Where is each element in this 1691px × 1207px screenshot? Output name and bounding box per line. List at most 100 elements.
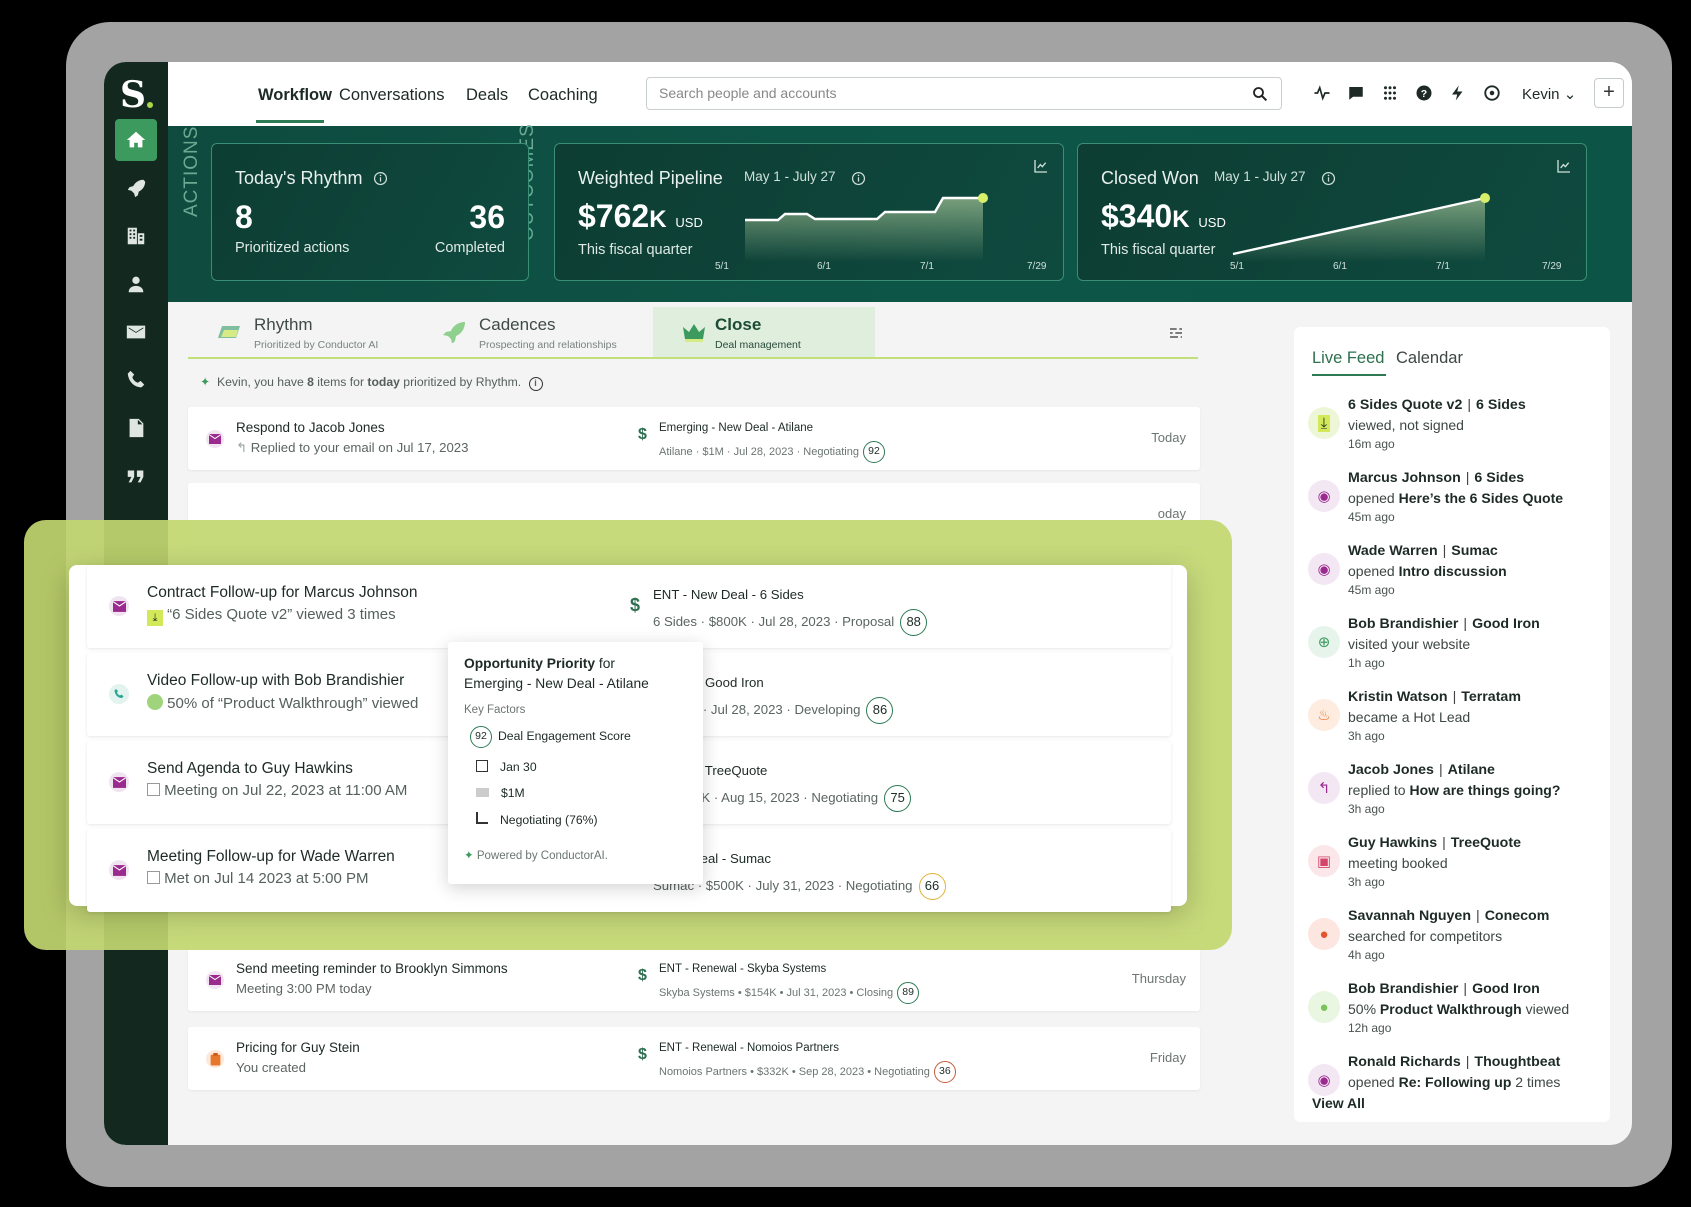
feed-item[interactable]: ◉ Wade Warren | Sumac opened Intro discussio… (1308, 543, 1603, 613)
feed-org[interactable]: Sumac (1451, 543, 1498, 559)
chart-icon[interactable] (1556, 158, 1572, 174)
feed-item[interactable]: ● Savannah Nguyen | Conecom searched for com… (1308, 908, 1603, 978)
info-icon[interactable]: i (528, 377, 543, 391)
priority-score[interactable]: 66 (918, 873, 946, 900)
apps-grid-icon[interactable] (1381, 84, 1401, 104)
tab-live-feed[interactable]: Live Feed (1312, 349, 1384, 368)
sparkle-icon: ✦ (200, 375, 211, 389)
feed-item[interactable]: ◉ Ronald Richards | Thoughtbeat opened Re: F… (1308, 1054, 1603, 1124)
search-input[interactable] (659, 85, 1219, 101)
reply-icon: ↰ (236, 440, 248, 455)
tab-cadences[interactable]: Cadences Prospecting and relationships (413, 307, 643, 357)
feed-org[interactable]: Thoughtbeat (1474, 1054, 1560, 1070)
nav-deals[interactable]: Deals (466, 86, 508, 105)
help-icon[interactable]: ? (1415, 84, 1435, 104)
user-menu[interactable]: Kevin ⌄ (1522, 85, 1576, 103)
feed-item[interactable]: ⊕ Bob Brandishier | Good Iron visited your w… (1308, 616, 1603, 686)
priority-score[interactable]: 36 (933, 1061, 956, 1083)
person-icon[interactable] (115, 263, 157, 305)
nav-coaching[interactable]: Coaching (528, 86, 598, 105)
table-row[interactable]: Send meeting reminder to Brooklyn Simmon… (188, 948, 1200, 1011)
feed-item[interactable]: ● Bob Brandishier | Good Iron 50% Product Wa… (1308, 981, 1603, 1051)
feed-item-title: Savannah Nguyen | Conecom (1348, 908, 1550, 924)
feed-org[interactable]: TreeQuote (1451, 835, 1521, 851)
feed-item-title: Bob Brandishier | Good Iron (1348, 981, 1540, 997)
feed-person[interactable]: Wade Warren (1348, 543, 1438, 559)
add-button[interactable]: + (1594, 78, 1624, 108)
feed-org[interactable]: Atilane (1448, 762, 1495, 778)
feed-item[interactable]: ↰ Jacob Jones | Atilane replied to How are t… (1308, 762, 1603, 832)
feed-person[interactable]: Bob Brandishier (1348, 981, 1458, 997)
feed-org[interactable]: Good Iron (1472, 981, 1540, 997)
search-icon[interactable] (1251, 85, 1269, 103)
feed-org[interactable]: 6 Sides (1476, 397, 1526, 413)
mail-icon (109, 860, 129, 880)
mail-icon[interactable] (115, 311, 157, 353)
priority-score[interactable]: 92 (862, 441, 885, 463)
tab-rhythm[interactable]: Rhythm Prioritized by Conductor AI (188, 307, 418, 357)
view-all-link[interactable]: View All (1312, 1095, 1365, 1111)
key-factors-label: Key Factors (464, 704, 526, 716)
feed-org[interactable]: Good Iron (1472, 616, 1540, 632)
table-row[interactable]: Contract Follow-up for Marcus Johnson ⤓ … (87, 565, 1171, 648)
popup-date: Jan 30 (500, 760, 537, 774)
deal-name[interactable]: ENT - Renewal - Nomoios Partners (659, 1042, 839, 1054)
priority-score[interactable]: 86 (866, 697, 894, 724)
eye-icon: ◉ (1308, 1064, 1340, 1096)
info-icon[interactable] (373, 171, 389, 187)
powered-by-text: Powered by ConductorAI. (476, 850, 608, 862)
feed-person[interactable]: Guy Hawkins (1348, 835, 1437, 851)
feed-item-time: 3h ago (1348, 729, 1385, 743)
settings-icon[interactable] (1483, 84, 1503, 104)
feed-person[interactable]: Kristin Watson (1348, 689, 1448, 705)
priority-score[interactable]: 89 (897, 982, 920, 1004)
priority-score[interactable]: 88 (900, 609, 928, 636)
filter-settings-icon[interactable] (1168, 325, 1184, 341)
feed-item[interactable]: ♨ Kristin Watson | Terratam became a Hot Lea… (1308, 689, 1603, 759)
row-day: Today (1151, 430, 1186, 445)
feed-person[interactable]: Bob Brandishier (1348, 616, 1458, 632)
priority-score[interactable]: 75 (884, 785, 912, 812)
chat-icon[interactable] (1347, 84, 1367, 104)
pipeline-value: $762K USD (578, 198, 703, 235)
search-box[interactable] (646, 77, 1282, 110)
tab-close[interactable]: Close Deal management (653, 307, 875, 357)
closed-date: May 1 - July 27 (1214, 169, 1306, 184)
activity-icon[interactable] (1313, 84, 1333, 104)
feed-org[interactable]: Terratam (1461, 689, 1521, 705)
row-title: Contract Follow-up for Marcus Johnson (147, 584, 418, 601)
closed-won-card[interactable]: Closed Won May 1 - July 27 $340K USD Thi… (1077, 143, 1587, 281)
rocket-icon[interactable] (115, 167, 157, 209)
feed-person[interactable]: Jacob Jones (1348, 762, 1434, 778)
feed-item-time: 45m ago (1348, 583, 1395, 597)
feed-person[interactable]: Ronald Richards (1348, 1054, 1461, 1070)
mail-icon (206, 430, 224, 448)
feed-item[interactable]: ◉ Marcus Johnson | 6 Sides opened Here’s the… (1308, 470, 1603, 540)
feed-person[interactable]: 6 Sides Quote v2 (1348, 397, 1462, 413)
document-icon[interactable] (115, 407, 157, 449)
feed-org[interactable]: 6 Sides (1474, 470, 1524, 486)
rhythm-card[interactable]: Today's Rhythm 8 Prioritized actions 36 … (211, 143, 529, 281)
table-row[interactable]: Respond to Jacob Jones ↰ Replied to your… (188, 407, 1200, 470)
quote-icon[interactable] (115, 455, 157, 497)
feed-person[interactable]: Savannah Nguyen (1348, 908, 1471, 924)
lightning-icon[interactable] (1449, 84, 1469, 104)
feed-item[interactable]: ▣ Guy Hawkins | TreeQuote meeting booked 3h a… (1308, 835, 1603, 905)
feed-person[interactable]: Marcus Johnson (1348, 470, 1461, 486)
deal-name[interactable]: ENT - New Deal - 6 Sides (653, 587, 804, 602)
brand-logo[interactable]: S (120, 74, 153, 116)
weighted-pipeline-card[interactable]: Weighted Pipeline May 1 - July 27 $762K … (554, 143, 1064, 281)
closed-title: Closed Won (1101, 168, 1199, 188)
phone-icon[interactable] (115, 359, 157, 401)
home-icon[interactable] (115, 119, 157, 161)
feed-org[interactable]: Conecom (1485, 908, 1550, 924)
table-row[interactable]: Pricing for Guy Stein You created $ ENT … (188, 1027, 1200, 1090)
feed-item[interactable]: ⤓ 6 Sides Quote v2 | 6 Sides viewed, not sig… (1308, 397, 1603, 467)
nav-conversations[interactable]: Conversations (339, 86, 444, 105)
tab-calendar[interactable]: Calendar (1396, 349, 1463, 368)
building-icon[interactable] (115, 215, 157, 257)
deal-name[interactable]: Emerging - New Deal - Atilane (659, 422, 813, 434)
chart-icon[interactable] (1033, 158, 1049, 174)
deal-name[interactable]: ENT - Renewal - Skyba Systems (659, 963, 826, 975)
nav-workflow[interactable]: Workflow (258, 86, 332, 105)
